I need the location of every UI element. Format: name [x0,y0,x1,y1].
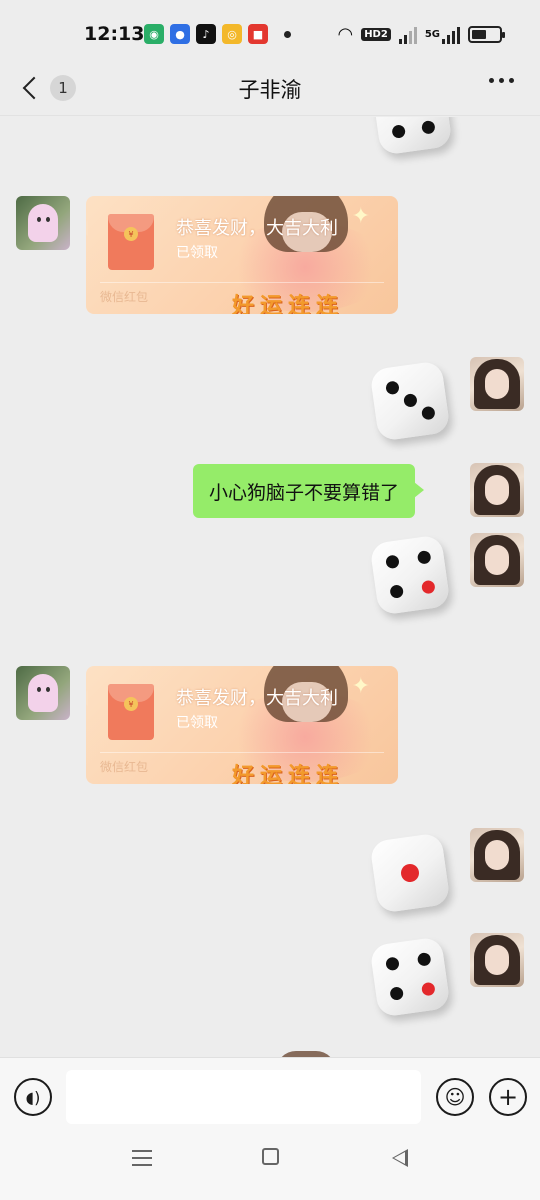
contact-avatar[interactable] [16,666,70,720]
red-packet-title: 恭喜发财，大吉大利 [176,218,338,239]
status-indicators: ◠ HD2 5G [337,24,505,45]
my-avatar[interactable] [470,357,524,411]
app-icon: ■ [248,24,268,44]
my-avatar[interactable] [470,828,524,882]
red-packet-status: 已领取 [176,245,218,261]
network-type: 5G [424,29,440,40]
hd-badge: HD2 [361,28,391,41]
battery-icon [468,26,505,43]
chat-header: 1 子非渝 [0,60,540,116]
red-envelope-icon: ¥ [108,214,154,270]
status-time: 12:13 [84,23,145,45]
input-bar: ◖) ☺ + [0,1057,540,1141]
my-avatar[interactable] [470,463,524,517]
back-icon[interactable] [392,1149,408,1167]
home-icon[interactable] [262,1148,279,1165]
more-dots-icon [489,78,494,83]
sparkle-icon: ✦ [351,204,370,229]
menu-icon[interactable] [132,1150,152,1166]
dice-message[interactable] [369,360,451,442]
system-nav-bar [0,1141,540,1200]
signal-icon-2 [442,26,460,44]
red-packet-status: 已领取 [176,715,218,731]
emoji-icon: ☺ [444,1085,466,1109]
dice-message[interactable] [369,832,451,914]
dice-message[interactable] [371,117,453,156]
signal-icon-1 [398,26,417,44]
red-packet-blessing: 好运连连 [232,764,345,784]
red-envelope-icon: ¥ [108,684,154,740]
message-text: 小心狗脑子不要算错了 [209,481,400,504]
red-packet-blessing: 好运连连 [232,294,345,314]
more-button[interactable] [489,78,514,83]
contact-avatar[interactable] [16,196,70,250]
red-packet-title: 恭喜发财，大吉大利 [176,688,338,709]
battery-fill [472,30,487,39]
red-packet-message[interactable]: ✦ ¥ 恭喜发财，大吉大利 已领取 微信红包 好运连连 [86,196,398,314]
status-app-icons: ◉ ● ♪ ◎ ■ [144,24,268,44]
dice-message[interactable] [369,534,451,616]
voice-icon: ◖) [25,1087,41,1107]
status-bar: 12:13 ◉ ● ♪ ◎ ■ ◠ HD2 5G [0,0,540,68]
red-packet-footer: 微信红包 [100,760,149,774]
chat-title: 子非渝 [238,78,302,102]
emoji-button[interactable]: ☺ [436,1078,474,1116]
douyin-icon: ♪ [196,24,216,44]
notification-dot-icon [284,31,291,38]
message-input[interactable] [66,1070,421,1124]
plus-icon: + [497,1083,519,1111]
my-avatar[interactable] [470,533,524,587]
sparkle-icon: ✦ [351,674,370,699]
plus-button[interactable]: + [489,1078,527,1116]
weibo-icon: ◎ [222,24,242,44]
text-message[interactable]: 小心狗脑子不要算错了 [193,464,425,518]
baidu-icon: ● [170,24,190,44]
my-avatar[interactable] [470,933,524,987]
red-packet-message[interactable]: ✦ ¥ 恭喜发财，大吉大利 已领取 微信红包 好运连连 [86,666,398,784]
message-list[interactable]: ✦ ¥ 恭喜发财，大吉大利 已领取 微信红包 好运连连 小心狗脑子不要算错了 ✦… [0,117,540,1057]
dice-message[interactable] [369,936,451,1018]
voice-button[interactable]: ◖) [14,1078,52,1116]
wifi-icon: ◠ [337,24,354,45]
red-packet-footer: 微信红包 [100,290,149,304]
wechat-icon: ◉ [144,24,164,44]
